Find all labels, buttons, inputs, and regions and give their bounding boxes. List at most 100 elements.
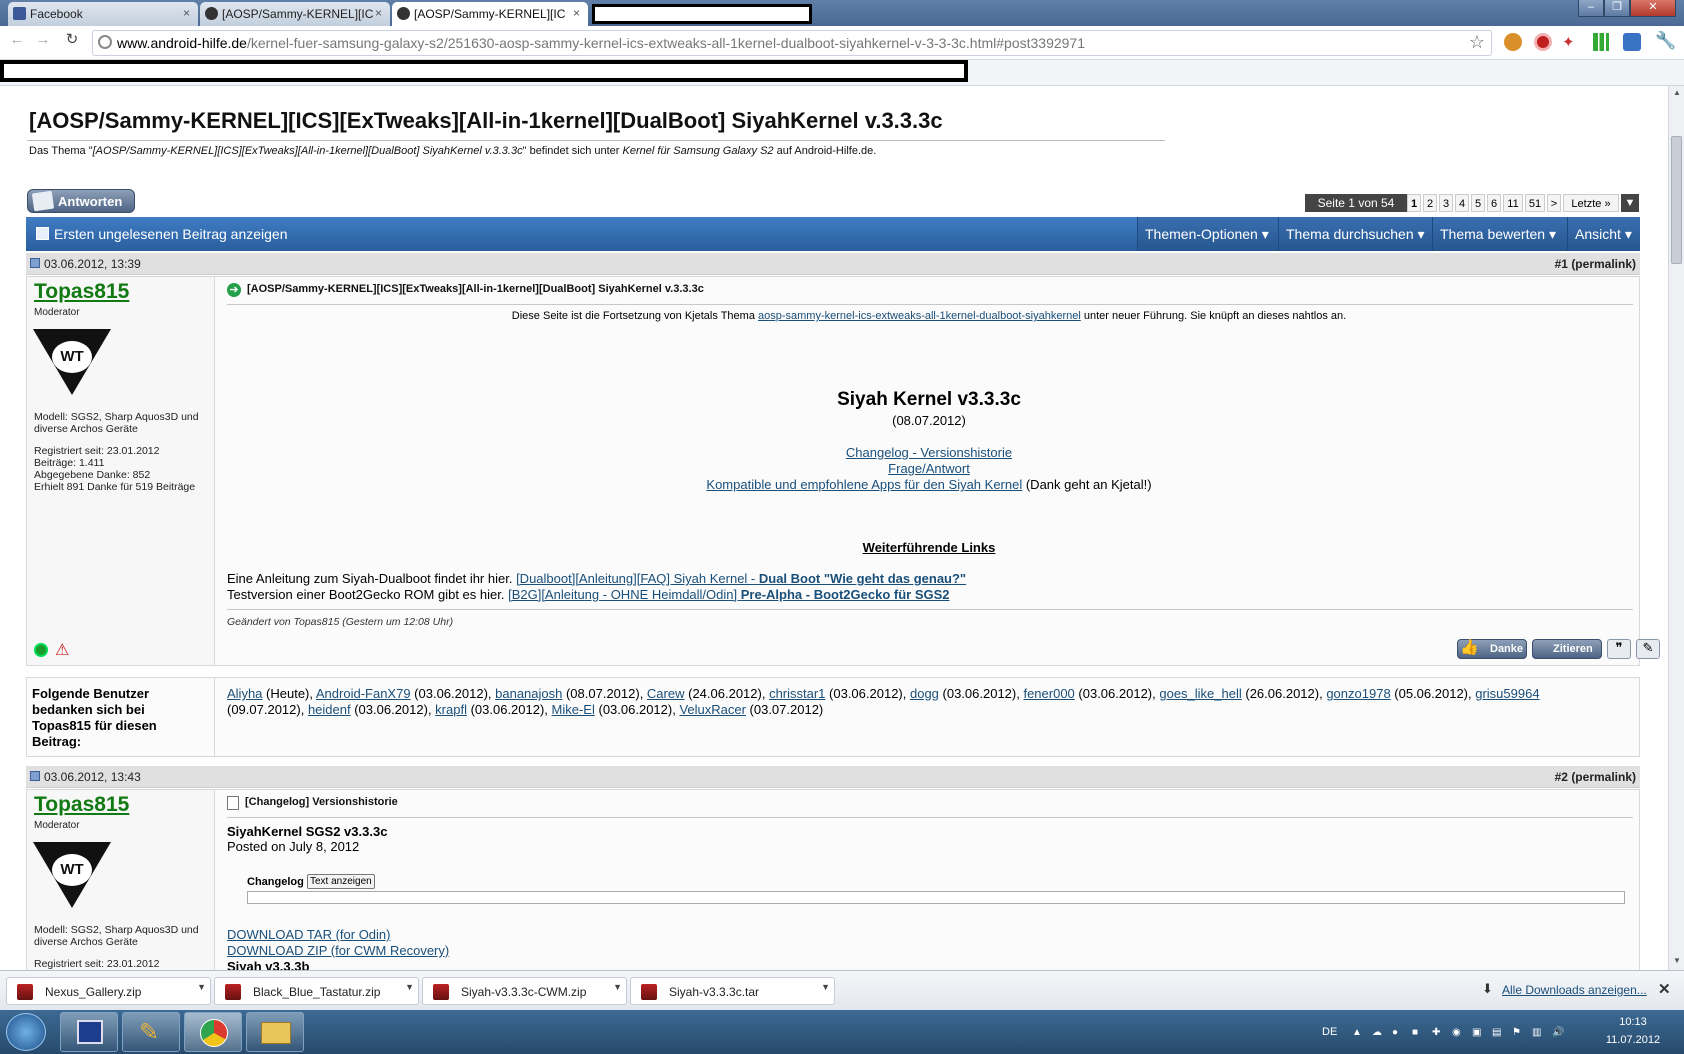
- taskbar-explorer[interactable]: [246, 1012, 304, 1052]
- thanks-user-link[interactable]: Carew: [647, 686, 685, 701]
- clock-date[interactable]: 11.07.2012: [1600, 1034, 1666, 1046]
- close-window-button[interactable]: ✕: [1630, 0, 1676, 17]
- menu-ansicht[interactable]: Ansicht ▾: [1567, 217, 1640, 251]
- chevron-down-icon[interactable]: ▼: [613, 982, 622, 992]
- page-link-3[interactable]: 3: [1439, 194, 1453, 212]
- tab-close-icon[interactable]: ×: [183, 6, 190, 20]
- start-button[interactable]: [6, 1013, 46, 1051]
- page-last[interactable]: Letzte »: [1563, 194, 1619, 212]
- clock-time[interactable]: 10:13: [1608, 1016, 1658, 1028]
- b2g-link[interactable]: [B2G][Anleitung - OHNE Heimdall/Odin] Pr…: [508, 587, 949, 602]
- download-item[interactable]: Black_Blue_Tastatur.zip ▼: [214, 977, 419, 1005]
- scrollbar-thumb[interactable]: [1671, 136, 1682, 264]
- tab-facebook[interactable]: Facebook ×: [8, 2, 198, 26]
- reload-icon[interactable]: ↻: [63, 31, 81, 49]
- back-icon[interactable]: ←: [8, 31, 26, 49]
- thanks-user-link[interactable]: gonzo1978: [1326, 686, 1390, 701]
- pager-dropdown-icon[interactable]: ▼: [1621, 194, 1639, 212]
- volume-icon[interactable]: 🔊: [1552, 1027, 1566, 1039]
- extension-bird-icon[interactable]: ✦: [1562, 33, 1582, 51]
- page-link-51[interactable]: 51: [1525, 194, 1545, 212]
- post-number[interactable]: #2: [1555, 770, 1568, 784]
- apps-link[interactable]: Kompatible und empfohlene Apps für den S…: [706, 477, 1022, 492]
- tray-icon[interactable]: ■: [1412, 1027, 1426, 1039]
- report-warning-icon[interactable]: ⚠: [55, 640, 69, 660]
- thanks-user-link[interactable]: Android-FanX79: [316, 686, 411, 701]
- tab-close-icon[interactable]: ×: [375, 6, 382, 20]
- thanks-user-link[interactable]: krapfl: [435, 702, 467, 717]
- chevron-down-icon[interactable]: ▼: [821, 982, 830, 992]
- tray-icon[interactable]: ●: [1392, 1027, 1406, 1039]
- page-link-4[interactable]: 4: [1455, 194, 1469, 212]
- close-download-shelf-icon[interactable]: ✕: [1658, 980, 1671, 998]
- menu-thema-bewerten[interactable]: Thema bewerten ▾: [1432, 217, 1567, 251]
- thanks-user-link[interactable]: grisu59964: [1475, 686, 1539, 701]
- thanks-user-link[interactable]: bananajosh: [495, 686, 562, 701]
- tray-icon[interactable]: ✚: [1432, 1027, 1446, 1039]
- download-zip-link[interactable]: DOWNLOAD ZIP (for CWM Recovery): [227, 943, 449, 958]
- language-indicator[interactable]: DE: [1322, 1026, 1337, 1038]
- page-link-2[interactable]: 2: [1423, 194, 1437, 212]
- extension-translate-icon[interactable]: [1623, 33, 1641, 51]
- first-unread-link[interactable]: Ersten ungelesenen Beitrag anzeigen: [54, 226, 288, 242]
- quote-button[interactable]: Zitieren: [1532, 639, 1602, 659]
- username-link[interactable]: Topas815: [34, 280, 129, 304]
- chevron-down-icon[interactable]: ▼: [197, 982, 206, 992]
- thanks-user-link[interactable]: dogg: [910, 686, 939, 701]
- scroll-down-icon[interactable]: ▼: [1673, 956, 1681, 965]
- thanks-user-link[interactable]: VeluxRacer: [679, 702, 745, 717]
- vertical-scrollbar[interactable]: ▲ ▼: [1668, 86, 1684, 970]
- permalink[interactable]: (permalink): [1571, 770, 1636, 784]
- menu-themen-optionen[interactable]: Themen-Optionen ▾: [1137, 217, 1278, 251]
- page-link-5[interactable]: 5: [1471, 194, 1485, 212]
- faq-link[interactable]: Frage/Antwort: [888, 461, 970, 476]
- address-bar[interactable]: www.android-hilfe.de/kernel-fuer-samsung…: [92, 30, 1492, 56]
- thanks-user-link[interactable]: fener000: [1023, 686, 1074, 701]
- menu-thema-durchsuchen[interactable]: Thema durchsuchen ▾: [1278, 217, 1432, 251]
- extension-signal-icon[interactable]: [1593, 33, 1609, 51]
- download-item[interactable]: Siyah-v3.3.3c-CWM.zip ▼: [422, 977, 627, 1005]
- dualboot-link[interactable]: [Dualboot][Anleitung][FAQ] Siyah Kernel …: [516, 571, 966, 586]
- network-icon[interactable]: ▥: [1532, 1027, 1546, 1039]
- taskbar-pencil-app[interactable]: ✎: [122, 1012, 180, 1052]
- page-next[interactable]: >: [1547, 194, 1561, 212]
- page-info-icon[interactable]: [98, 35, 112, 49]
- thanks-button[interactable]: 👍 Danke: [1457, 639, 1527, 659]
- taskbar-chrome[interactable]: [184, 1012, 242, 1052]
- reply-button[interactable]: Antworten: [27, 189, 135, 213]
- thanks-user-link[interactable]: heidenf: [308, 702, 351, 717]
- show-all-downloads-link[interactable]: Alle Downloads anzeigen...: [1502, 983, 1647, 997]
- download-item[interactable]: Siyah-v3.3.3c.tar ▼: [630, 977, 835, 1005]
- taskbar-save-app[interactable]: [60, 1012, 118, 1052]
- bookmark-star-icon[interactable]: ☆: [1469, 32, 1485, 53]
- intro-link[interactable]: aosp-sammy-kernel-ics-extweaks-all-1kern…: [758, 310, 1081, 322]
- forward-icon[interactable]: →: [34, 31, 52, 49]
- tray-icon[interactable]: ◉: [1452, 1027, 1466, 1039]
- scroll-up-icon[interactable]: ▲: [1673, 88, 1681, 97]
- tray-icon[interactable]: ▤: [1492, 1027, 1506, 1039]
- flag-icon[interactable]: ⚑: [1512, 1027, 1526, 1039]
- download-tar-link[interactable]: DOWNLOAD TAR (for Odin): [227, 927, 390, 942]
- thanks-user-link[interactable]: Mike-El: [552, 702, 595, 717]
- tray-icon[interactable]: ▲: [1352, 1027, 1366, 1039]
- thanks-user-link[interactable]: goes_like_hell: [1159, 686, 1241, 701]
- thanks-user-link[interactable]: Aliyha: [227, 686, 262, 701]
- changelog-link[interactable]: Changelog - Versionshistorie: [846, 445, 1012, 460]
- maximize-button[interactable]: ❐: [1604, 0, 1630, 17]
- page-link-1[interactable]: 1: [1407, 194, 1421, 212]
- download-item[interactable]: Nexus_Gallery.zip ▼: [6, 977, 211, 1005]
- post-number[interactable]: #1: [1555, 257, 1568, 271]
- page-link-11[interactable]: 11: [1503, 194, 1523, 212]
- minimize-button[interactable]: –: [1578, 0, 1604, 17]
- tray-icon[interactable]: ☁: [1372, 1027, 1386, 1039]
- chevron-down-icon[interactable]: ▼: [405, 982, 414, 992]
- thanks-user-link[interactable]: chrisstar1: [769, 686, 825, 701]
- tray-icon[interactable]: ▣: [1472, 1027, 1486, 1039]
- tab-thread-active[interactable]: [AOSP/Sammy-KERNEL][IC ×: [392, 2, 588, 26]
- page-link-6[interactable]: 6: [1487, 194, 1501, 212]
- edit-icon[interactable]: ✎: [1636, 639, 1660, 659]
- show-text-button[interactable]: Text anzeigen: [307, 874, 375, 889]
- tab-close-icon[interactable]: ×: [573, 6, 580, 20]
- extension-adblock-icon[interactable]: [1534, 33, 1552, 51]
- extension-cookie-icon[interactable]: [1504, 33, 1522, 51]
